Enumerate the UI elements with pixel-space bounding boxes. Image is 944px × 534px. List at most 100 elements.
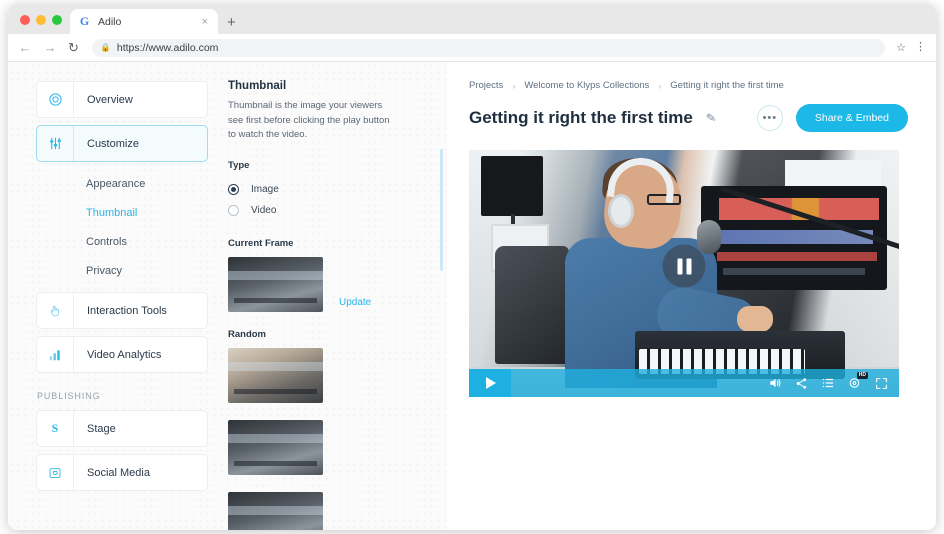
sidebar-subitem-label: Controls [86,235,127,248]
browser-titlebar: G Adilo × + [8,4,936,34]
app-root: Overview Customize Appearance Thumbnail [8,62,936,530]
fullscreen-icon[interactable] [875,377,888,390]
breadcrumb-separator-icon: › [658,80,662,91]
panel-scrollbar[interactable] [440,149,443,271]
current-frame-label: Current Frame [228,238,294,250]
radio-label: Image [251,184,279,196]
browser-toolbar: ← → ↻ 🔒 https://www.adilo.com ☆ ⋮ [8,34,936,62]
radio-option-image[interactable]: Image [228,179,433,200]
breadcrumb-item-projects[interactable]: Projects [469,80,503,91]
update-link[interactable]: Update [339,297,371,312]
more-options-button[interactable]: ••• [756,105,783,131]
monitor-decor [701,186,887,290]
page-title: Getting it right the first time [469,108,693,127]
lock-icon: 🔒 [100,43,111,52]
forward-icon[interactable]: → [43,40,57,55]
microphone-decor [697,220,721,254]
sidebar-item-label: Interaction Tools [87,304,167,317]
random-thumbnail-grid [228,348,433,530]
close-tab-icon[interactable]: × [200,16,210,28]
sidebar-subitem-label: Thumbnail [86,206,138,219]
breadcrumb: Projects › Welcome to Klyps Collections … [469,80,908,91]
radio-image-icon[interactable] [228,184,239,196]
share-and-embed-button[interactable]: Share & Embed [795,104,908,132]
sidebar-item-interaction-tools[interactable]: Interaction Tools [36,292,208,329]
google-favicon-icon: G [79,14,90,28]
bookmark-star-icon[interactable]: ☆ [896,41,906,54]
back-icon[interactable]: ← [18,40,32,55]
browser-menu-icon[interactable]: ⋮ [915,42,926,53]
panel-description: Thumbnail is the image your viewers see … [228,100,390,141]
type-label: Type [228,160,250,172]
reload-icon[interactable]: ↻ [68,40,79,56]
radio-video-icon[interactable] [228,205,239,217]
panel-title: Thumbnail [228,80,287,92]
browser-tab[interactable]: G Adilo × [70,9,218,34]
sidebar-section-title: PUBLISHING [37,391,101,401]
main-content: Projects › Welcome to Klyps Collections … [447,62,936,530]
pause-overlay-button[interactable] [662,244,706,288]
video-player[interactable]: HD [469,150,899,397]
headphone-cup-decor [608,194,634,228]
sidebar-subitem-appearance[interactable]: Appearance [36,169,208,198]
sidebar-item-label: Stage [87,422,116,435]
random-thumbnail-1[interactable] [228,348,323,404]
timeline-decor [723,268,865,275]
sidebar-item-overview[interactable]: Overview [36,81,208,118]
hd-badge: HD [856,372,868,379]
sliders-icon [37,126,74,161]
tab-title: Adilo [98,15,122,28]
sidebar-subitem-label: Privacy [86,264,123,277]
sidebar-subitem-label: Appearance [86,177,146,190]
sidebar-item-stage[interactable]: S Stage [36,410,208,447]
volume-icon[interactable] [768,376,782,390]
breadcrumb-item-current[interactable]: Getting it right the first time [670,80,784,91]
sidebar-item-video-analytics[interactable]: Video Analytics [36,336,208,373]
sidebar: Overview Customize Appearance Thumbnail [8,62,222,530]
radio-label: Video [251,205,277,217]
speaker-decor [481,156,543,216]
sidebar-subitem-privacy[interactable]: Privacy [36,256,208,285]
current-frame-thumbnail[interactable] [228,257,323,313]
timeline-decor [717,252,877,261]
playlist-icon[interactable] [821,376,835,390]
bar-chart-icon [37,337,74,372]
address-bar-url: https://www.adilo.com [116,41,219,54]
sidebar-item-customize[interactable]: Customize [36,125,208,162]
random-thumbnail-3[interactable] [228,492,323,530]
person-hand-decor [737,306,773,332]
sidebar-item-social-media[interactable]: Social Media [36,454,208,491]
window-controls [8,15,62,34]
pause-bar-left [677,258,682,275]
edit-pencil-icon[interactable]: ✎ [705,110,717,125]
close-window-button[interactable] [20,15,30,25]
minimize-window-button[interactable] [36,15,46,25]
random-label: Random [228,329,266,341]
sidebar-item-label: Video Analytics [87,348,162,361]
new-tab-button[interactable]: + [227,15,236,30]
random-thumbnail-2[interactable] [228,420,323,476]
sidebar-subitem-controls[interactable]: Controls [36,227,208,256]
pointer-hand-icon [37,293,74,328]
maximize-window-button[interactable] [52,15,62,25]
share-network-icon[interactable] [795,377,808,390]
address-bar[interactable]: 🔒 https://www.adilo.com [91,38,886,57]
radio-option-video[interactable]: Video [228,200,433,221]
stage-letter: S [51,421,59,435]
sidebar-item-label: Customize [87,137,139,150]
toolbar-actions: ☆ ⋮ [896,41,926,55]
stage-s-icon: S [37,411,74,446]
quality-hd-icon[interactable]: HD [848,372,868,390]
pause-bar-right [686,258,691,275]
sidebar-subitem-thumbnail[interactable]: Thumbnail [36,198,208,227]
player-control-icons: HD [768,372,899,390]
breadcrumb-separator-icon: › [512,80,516,91]
info-circle-icon [37,82,74,117]
social-share-icon [37,455,74,490]
sidebar-item-label: Overview [87,93,133,106]
breadcrumb-item-collection[interactable]: Welcome to Klyps Collections [524,80,649,91]
chair-decor [495,246,569,364]
play-button[interactable] [469,369,511,397]
title-actions: ••• Share & Embed [756,104,908,132]
player-control-bar: HD [469,369,899,397]
